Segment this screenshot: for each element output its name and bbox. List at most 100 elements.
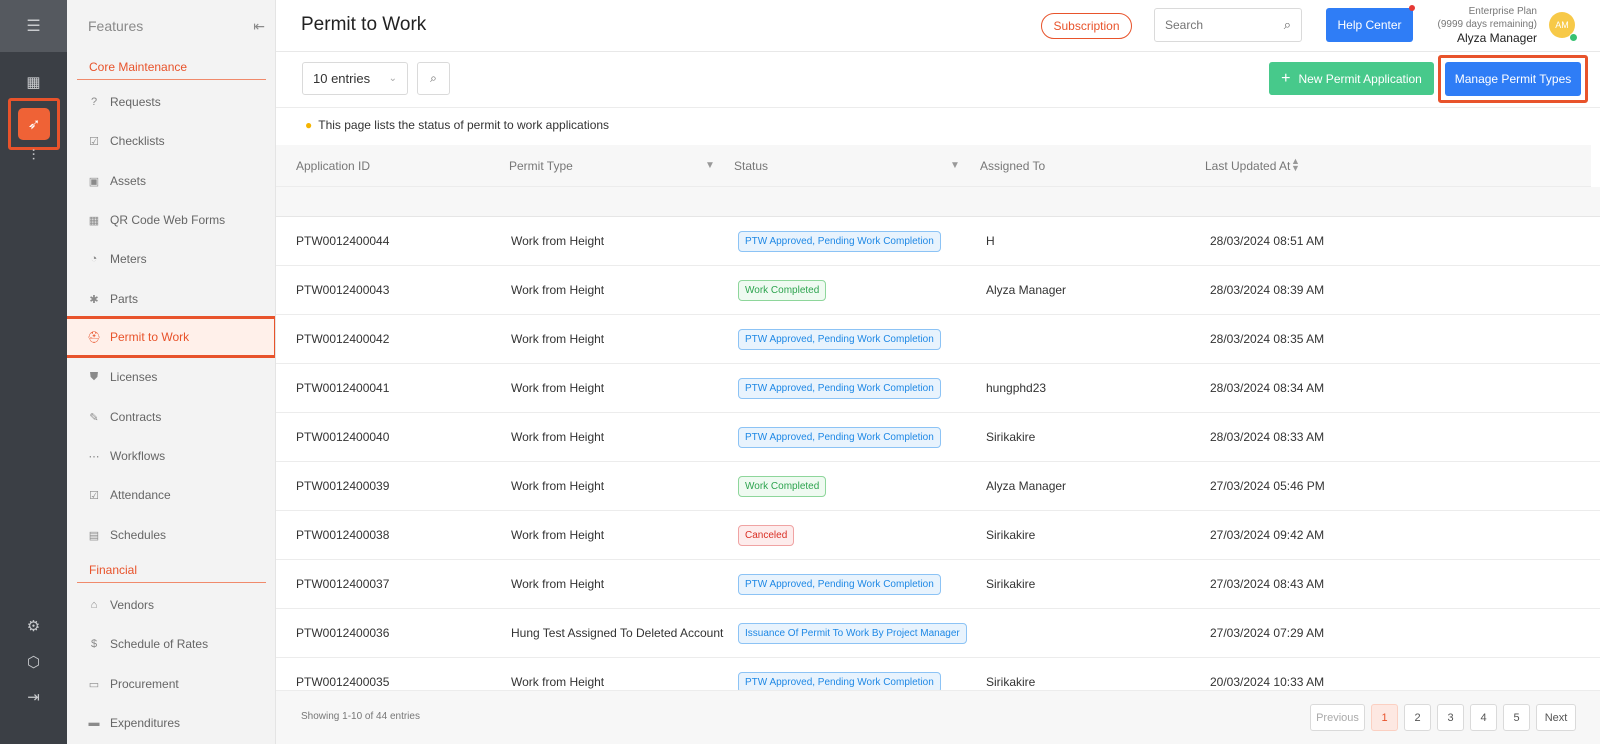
sidebar-item-qr-code-web-forms[interactable]: ▦ QR Code Web Forms [67, 200, 275, 240]
cell-status: Canceled [738, 511, 795, 559]
sidebar-item-attendance[interactable]: ☑ Attendance [67, 475, 275, 515]
package-icon[interactable]: ⬡ [0, 650, 67, 674]
cell-assigned-to-text: Sirikakire [986, 430, 1036, 444]
new-permit-application-button[interactable]: + New Permit Application [1269, 62, 1434, 95]
sidebar-item-schedules[interactable]: ▤ Schedules [67, 515, 275, 555]
cell-application-id: PTW0012400044 [296, 217, 389, 265]
table-row[interactable]: PTW0012400041 Work from Height PTW Approve… [276, 364, 1600, 413]
cell-application-id-text: PTW0012400036 [296, 626, 390, 640]
sort-icon[interactable]: ▲ ▼ [1291, 157, 1300, 173]
cell-assigned-to-text: Alyza Manager [986, 479, 1067, 493]
filter-icon[interactable]: ▼ [705, 160, 715, 171]
page-info: ● This page lists the status of permit t… [305, 118, 609, 132]
cell-permit-type-text: Work from Height [511, 283, 605, 297]
cell-last-updated-at: 28/03/2024 08:51 AM [1210, 217, 1324, 265]
cell-last-updated-at: 28/03/2024 08:35 AM [1210, 315, 1324, 363]
sidebar-item-licenses[interactable]: ⛊ Licenses [67, 357, 275, 397]
sidebar-item-label: Assets [110, 174, 147, 188]
hard-hat-icon: ⛑ [87, 331, 101, 344]
manage-permit-types-button[interactable]: Manage Permit Types [1445, 62, 1581, 96]
page-button-2[interactable]: 2 [1404, 704, 1431, 731]
sidebar-item-assets[interactable]: ▣ Assets [67, 161, 275, 201]
cell-permit-type: Work from Height [511, 511, 604, 559]
page-button-5[interactable]: 5 [1503, 704, 1530, 731]
qr-code-icon: ▦ [88, 214, 100, 227]
filter-icon[interactable]: ▼ [950, 160, 960, 171]
cell-last-updated-at: 28/03/2024 08:33 AM [1210, 413, 1324, 461]
logout-icon[interactable]: ⇥ [0, 685, 67, 709]
page-info-text: This page lists the status of permit to … [318, 118, 610, 132]
page-button-4[interactable]: 4 [1470, 704, 1497, 731]
sidebar-item-label: QR Code Web Forms [110, 213, 226, 227]
search-input[interactable] [1165, 18, 1265, 32]
table-row[interactable]: PTW0012400037 Work from Height PTW Approve… [276, 560, 1600, 609]
next-page-button[interactable]: Next [1536, 704, 1576, 731]
calendar-icon: ▤ [88, 529, 100, 542]
search-icon[interactable]: ⌕ [1284, 17, 1291, 33]
plan-days-remaining: (9999 days remaining) [1437, 19, 1538, 30]
settings-icon[interactable]: ⚙ [0, 614, 67, 638]
cell-application-id: PTW0012400041 [296, 364, 389, 412]
global-search[interactable]: ⌕ [1154, 8, 1302, 42]
table-row[interactable]: PTW0012400043 Work from Height Work Comple… [276, 266, 1600, 315]
status-badge: PTW Approved, Pending Work Completion [738, 230, 941, 252]
new-permit-application-label: New Permit Application [1298, 71, 1422, 86]
search-icon: ⌕ [430, 71, 437, 85]
cell-status: PTW Approved, Pending Work Completion [738, 315, 941, 363]
sidebar-item-label: Expenditures [110, 716, 181, 730]
cell-permit-type: Work from Height [511, 560, 604, 608]
status-badge: Work Completed [738, 475, 827, 497]
page-header: Permit to Work Subscription ⌕ Help Cente… [276, 0, 1600, 52]
sidebar-item-requests[interactable]: ? Requests [67, 82, 275, 122]
cell-application-id-text: PTW0012400040 [296, 430, 390, 444]
menu-toggle-icon[interactable]: ☰ [0, 0, 67, 52]
cell-permit-type: Work from Height [511, 413, 604, 461]
table-row[interactable]: PTW0012400039 Work from Height Work Comple… [276, 462, 1600, 511]
sidebar-item-workflows[interactable]: ⋯ Workflows [67, 436, 275, 476]
cell-permit-type: Work from Height [511, 462, 604, 510]
cell-status: PTW Approved, Pending Work Completion [738, 364, 941, 412]
page-button-1[interactable]: 1 [1371, 704, 1398, 731]
table-row[interactable]: PTW0012400044 Work from Height PTW Approve… [276, 217, 1600, 266]
table-row[interactable]: PTW0012400042 Work from Height PTW Approve… [276, 315, 1600, 364]
sidebar-item-meters[interactable]: ◔ Meters [67, 239, 275, 279]
cell-permit-type-text: Work from Height [511, 234, 605, 248]
sidebar-item-label: Workflows [110, 449, 166, 463]
column-assigned-to: Assigned To [980, 159, 1046, 173]
sidebar-item-vendors[interactable]: ⌂ Vendors [67, 585, 275, 625]
table-row[interactable]: PTW0012400040 Work from Height PTW Approve… [276, 413, 1600, 462]
sidebar-item-schedule-of-rates[interactable]: $ Schedule of Rates [67, 624, 275, 664]
sidebar-item-parts[interactable]: ✱ Parts [67, 279, 275, 319]
subscription-button[interactable]: Subscription [1041, 13, 1132, 39]
sidebar-item-procurement[interactable]: ▭ Procurement [67, 664, 275, 704]
plus-icon: + [1281, 69, 1291, 87]
column-last-updated-at[interactable]: Last Updated At [1205, 159, 1290, 173]
cell-last-updated-at: 27/03/2024 09:42 AM [1210, 511, 1324, 559]
sidebar-item-permit-to-work[interactable]: ⛑ Permit to Work [67, 316, 275, 358]
help-center-button[interactable]: Help Center [1326, 8, 1413, 42]
cell-status: PTW Approved, Pending Work Completion [738, 217, 941, 265]
sidebar-item-expenditures[interactable]: ▬ Expenditures [67, 703, 275, 743]
previous-page-button[interactable]: Previous [1310, 704, 1365, 731]
sidebar-item-label: Procurement [110, 677, 179, 691]
cell-status: Work Completed [738, 266, 827, 314]
cell-assigned-to: Alyza Manager [986, 266, 1066, 314]
reports-icon[interactable]: ⫶ [0, 143, 67, 167]
cell-assigned-to-text: Sirikakire [986, 528, 1036, 542]
cell-permit-type: Work from Height [511, 315, 604, 363]
page-button-3[interactable]: 3 [1437, 704, 1464, 731]
table-search-button[interactable]: ⌕ [417, 62, 450, 95]
table-row[interactable]: PTW0012400036 Hung Test Assigned To Delet… [276, 609, 1600, 658]
cell-assigned-to: Sirikakire [986, 413, 1035, 461]
sidebar-item-checklists[interactable]: ☑ Checklists [67, 121, 275, 161]
sidebar-item-label: Checklists [110, 134, 165, 148]
sidebar-item-contracts[interactable]: ✎ Contracts [67, 397, 275, 437]
sidebar-item-label: Licenses [110, 370, 158, 384]
dashboard-icon[interactable]: ▦ [0, 70, 67, 94]
workflow-icon: ⋯ [88, 450, 100, 463]
user-name[interactable]: Alyza Manager [1438, 32, 1537, 45]
collapse-sidebar-icon[interactable]: ⇤ [253, 18, 265, 35]
table-row[interactable]: PTW0012400038 Work from Height Canceled Sir… [276, 511, 1600, 560]
cell-status: PTW Approved, Pending Work Completion [738, 560, 941, 608]
entries-select[interactable]: 10 entries ⌄ [302, 62, 408, 95]
